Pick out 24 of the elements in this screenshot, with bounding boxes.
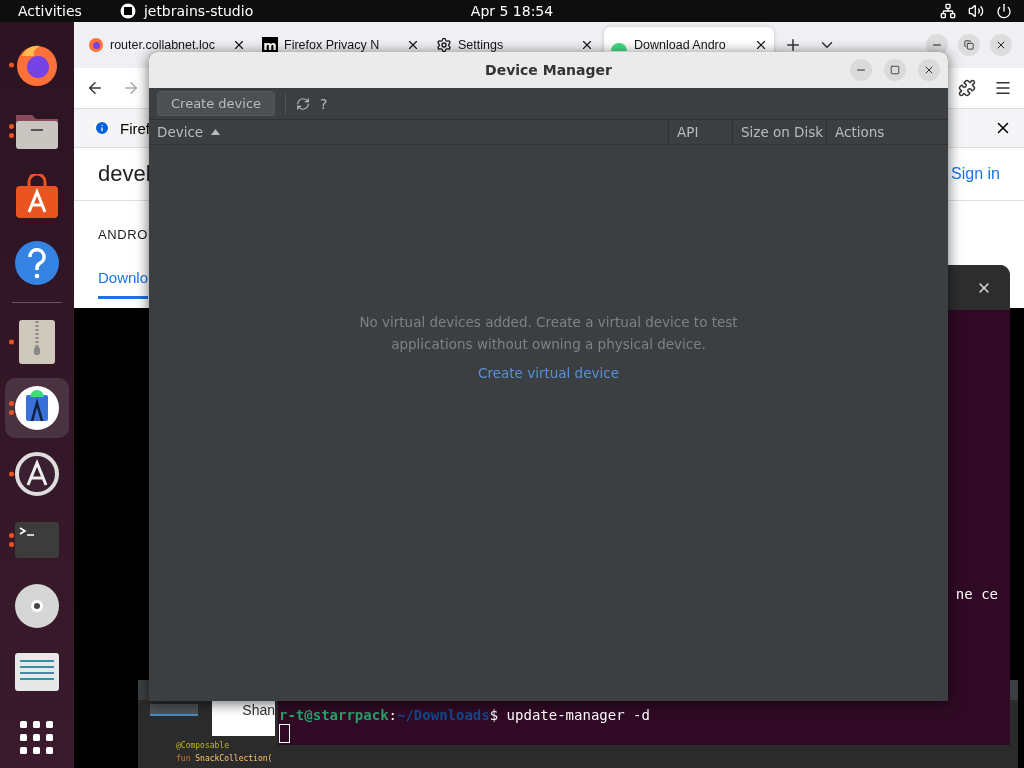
code-line: fun SnackCollection( bbox=[176, 753, 274, 765]
browser-tab[interactable]: Settings bbox=[430, 27, 600, 63]
notification-text: Firef bbox=[120, 119, 150, 137]
column-header[interactable]: Actions bbox=[826, 120, 948, 144]
create-virtual-device-link[interactable]: Create virtual device bbox=[478, 365, 619, 381]
code-line: @Composable bbox=[176, 740, 230, 752]
column-header[interactable]: Size on Disk bbox=[732, 120, 826, 144]
empty-state-message: No virtual devices added. Create a virtual device to test applications without owning a physical device. bbox=[358, 313, 739, 354]
clock[interactable]: Apr 5 18:54 bbox=[470, 3, 554, 19]
sign-in-link[interactable]: Sign in bbox=[951, 165, 1000, 183]
window-title: Device Manager bbox=[485, 62, 612, 78]
terminal-command-line: r-t@starrpack:~/Downloads$ update-manager -d bbox=[279, 707, 651, 723]
browser-tab[interactable]: router.collabnet.loc bbox=[82, 27, 252, 63]
terminal-output: ne ce bbox=[955, 586, 998, 602]
activities-button[interactable]: Activities bbox=[18, 3, 82, 19]
column-header[interactable]: Device bbox=[149, 120, 668, 144]
app-menu[interactable]: jetbrains-studio bbox=[143, 3, 254, 19]
site-logo[interactable]: devel bbox=[98, 161, 151, 187]
section-heading: ANDRO bbox=[98, 227, 149, 242]
help-button[interactable]: ? bbox=[320, 95, 328, 112]
column-header[interactable]: API bbox=[668, 120, 732, 144]
preview-text: Shan bbox=[242, 702, 275, 718]
create-device-button[interactable]: Create device bbox=[157, 91, 276, 116]
site-logo: m bbox=[262, 37, 278, 53]
